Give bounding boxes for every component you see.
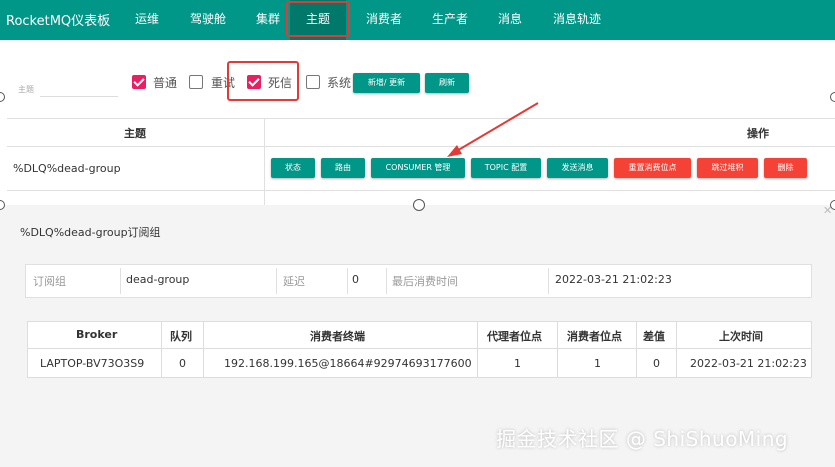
sub-table-col-divider [161,321,162,378]
info-divider [276,268,277,294]
queue-header: 队列 [170,330,192,343]
queue-cell: 0 [179,357,186,370]
last-consume-label: 最后消费时间 [392,275,458,288]
sub-table-col-divider [636,321,637,378]
client-header: 消费者终端 [310,330,365,343]
delay-value: 0 [352,273,359,286]
sub-table-col-divider [203,321,204,378]
sub-table-col-divider [557,321,558,378]
close-icon[interactable]: ✕ [823,204,832,217]
last-time-cell: 2022-03-21 21:02:23 [690,357,807,370]
consumer-offset-header: 消费者位点 [567,330,622,343]
dialog-title: %DLQ%dead-group订阅组 [20,226,161,239]
broker-cell: LAPTOP-BV73O3S9 [40,357,145,370]
info-divider [548,268,549,294]
sub-table-col-divider [676,321,677,378]
sub-table-header-divider [27,348,812,349]
consumer-offset-cell: 1 [594,357,601,370]
last-consume-value: 2022-03-21 21:02:23 [555,273,672,286]
delay-label: 延迟 [283,275,305,288]
broker-header: Broker [76,328,118,341]
client-cell: 192.168.199.165@18664#92974693177600 [224,357,472,370]
watermark: 掘金技术社区 @ ShiShuoMing [496,427,789,451]
resize-handle-top[interactable] [413,199,425,211]
group-label: 订阅组 [33,275,66,288]
sub-table-col-divider [477,321,478,378]
last-time-header: 上次时间 [719,330,763,343]
info-divider [347,268,348,294]
info-divider [386,268,387,294]
broker-offset-cell: 1 [514,357,521,370]
diff-header: 差值 [643,330,665,343]
info-divider [120,268,121,294]
broker-offset-header: 代理者位点 [487,330,542,343]
diff-cell: 0 [653,357,660,370]
group-value: dead-group [126,273,190,286]
